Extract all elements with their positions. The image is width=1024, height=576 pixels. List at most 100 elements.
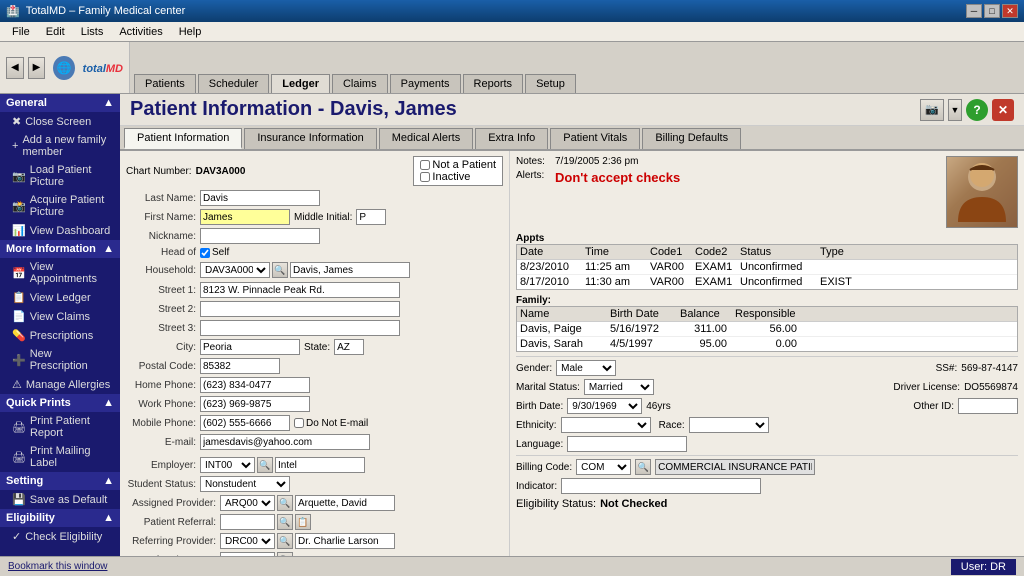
home-button[interactable]: 🌐 [53,56,74,80]
last-name-input[interactable] [200,190,320,206]
sidebar-item-dashboard[interactable]: 📊 View Dashboard [0,221,120,240]
family-row-2[interactable]: Davis, Sarah 4/5/1997 95.00 0.00 [517,337,1017,351]
patient-referral-input[interactable] [220,514,275,530]
sidebar-section-general[interactable]: General▲ [0,94,120,112]
billing-code-select[interactable]: COM [576,459,631,475]
appointment-row-2[interactable]: 8/17/2010 11:30 am VAR00 EXAM1 Unconfirm… [517,275,1017,289]
sidebar-item-add-family[interactable]: + Add a new family member [0,131,120,161]
first-name-input[interactable] [200,209,290,225]
self-checkbox[interactable] [200,248,210,258]
menu-activities[interactable]: Activities [111,24,170,40]
tab-patient-info[interactable]: Patient Information [124,128,242,149]
work-phone-input[interactable] [200,396,310,412]
inactive-checkbox[interactable] [420,172,430,182]
nickname-input[interactable] [200,228,320,244]
billing-code-lookup[interactable]: 🔍 [635,459,651,475]
city-input[interactable] [200,339,300,355]
household-select[interactable]: DAV3A000 [200,262,270,278]
nav-tab-scheduler[interactable]: Scheduler [198,74,270,93]
sidebar-item-ledger[interactable]: 📋 View Ledger [0,288,120,307]
household-name-input[interactable] [290,262,410,278]
bookmark-footer[interactable]: Bookmark this window [8,561,107,572]
nav-tab-patients[interactable]: Patients [134,74,196,93]
sidebar-item-print-label[interactable]: 🖨 Print Mailing Label [0,442,120,472]
dropdown-button[interactable]: ▼ [948,99,962,121]
assigned-provider-lookup[interactable]: 🔍 [277,495,293,511]
back-button[interactable]: ◀ [6,57,24,79]
ethnicity-select[interactable] [561,417,651,433]
patient-referral-lookup[interactable]: 🔍 [277,514,293,530]
birth-date-select[interactable]: 9/30/1969 [567,398,642,414]
patient-referral-btn2[interactable]: 📋 [295,514,311,530]
assigned-provider-select[interactable]: ARQ00 [220,495,275,511]
do-not-email-checkbox[interactable] [294,418,304,428]
sidebar-item-save-default[interactable]: 💾 Save as Default [0,490,120,509]
menu-file[interactable]: File [4,24,38,40]
employer-name-input[interactable] [275,457,365,473]
sidebar-item-new-prescription[interactable]: ➕ New Prescription [0,345,120,375]
referring-provider-select[interactable]: DRC00 [220,533,275,549]
menu-lists[interactable]: Lists [73,24,112,40]
sidebar-item-load-picture[interactable]: 📷 Load Patient Picture [0,161,120,191]
help-button[interactable]: ? [966,99,988,121]
email-input[interactable] [200,434,370,450]
marital-status-select[interactable]: Married [584,379,654,395]
assigned-provider-name[interactable] [295,495,395,511]
tab-insurance-info[interactable]: Insurance Information [244,128,376,149]
indicator-input[interactable] [561,478,761,494]
sidebar-item-prescriptions[interactable]: 💊 Prescriptions [0,326,120,345]
gender-select[interactable]: MaleFemale [556,360,616,376]
sidebar-item-close-screen[interactable]: ✖ Close Screen [0,112,120,131]
sidebar-section-eligibility[interactable]: Eligibility▲ [0,509,120,527]
employer-select[interactable]: INT00 [200,457,255,473]
billing-code-desc[interactable] [655,459,815,475]
sidebar-item-check-eligibility[interactable]: ✓ Check Eligibility [0,527,120,546]
inactive-checkbox-label[interactable]: Inactive [420,171,470,183]
sidebar-item-claims[interactable]: 📄 View Claims [0,307,120,326]
tab-billing-defaults[interactable]: Billing Defaults [642,128,741,149]
middle-initial-input[interactable] [356,209,386,225]
street3-input[interactable] [200,320,400,336]
household-lookup-button[interactable]: 🔍 [272,262,288,278]
postal-code-input[interactable] [200,358,280,374]
sidebar-section-setting[interactable]: Setting▲ [0,472,120,490]
tab-medical-alerts[interactable]: Medical Alerts [379,128,473,149]
race-select[interactable] [689,417,769,433]
street1-input[interactable] [200,282,400,298]
close-button[interactable]: ✕ [1002,4,1018,18]
referring-provider-lookup[interactable]: 🔍 [277,533,293,549]
restore-button[interactable]: □ [984,4,1000,18]
do-not-email-label[interactable]: Do Not E-mail [294,418,368,429]
referring-provider-name[interactable] [295,533,395,549]
minimize-button[interactable]: ─ [966,4,982,18]
tab-extra-info[interactable]: Extra Info [475,128,548,149]
forward-button[interactable]: ▶ [28,57,46,79]
home-phone-input[interactable] [200,377,310,393]
nav-tab-claims[interactable]: Claims [332,74,388,93]
not-patient-checkbox[interactable] [420,160,430,170]
nav-tab-setup[interactable]: Setup [525,74,576,93]
close-x-button[interactable]: ✕ [992,99,1014,121]
nav-tab-reports[interactable]: Reports [463,74,524,93]
sidebar-item-print-report[interactable]: 🖨 Print Patient Report [0,412,120,442]
sidebar-item-allergies[interactable]: ⚠ Manage Allergies [0,375,120,394]
tab-patient-vitals[interactable]: Patient Vitals [550,128,640,149]
family-row-1[interactable]: Davis, Paige 5/16/1972 311.00 56.00 [517,322,1017,337]
menu-help[interactable]: Help [171,24,210,40]
menu-edit[interactable]: Edit [38,24,73,40]
language-input[interactable] [567,436,687,452]
other-id-input[interactable] [958,398,1018,414]
mobile-phone-input[interactable] [200,415,290,431]
sidebar-section-quick-prints[interactable]: Quick Prints▲ [0,394,120,412]
appointment-row-1[interactable]: 8/23/2010 11:25 am VAR00 EXAM1 Unconfirm… [517,260,1017,275]
sidebar-item-acquire-picture[interactable]: 📸 Acquire Patient Picture [0,191,120,221]
street2-input[interactable] [200,301,400,317]
sidebar-item-appointments[interactable]: 📅 View Appointments [0,258,120,288]
self-checkbox-label[interactable]: Self [200,247,229,258]
state-input[interactable] [334,339,364,355]
nav-tab-payments[interactable]: Payments [390,74,461,93]
camera-button[interactable]: 📷 [920,99,944,121]
nav-tab-ledger[interactable]: Ledger [271,74,330,93]
student-status-select[interactable]: Nonstudent [200,476,290,492]
employer-lookup-button[interactable]: 🔍 [257,457,273,473]
